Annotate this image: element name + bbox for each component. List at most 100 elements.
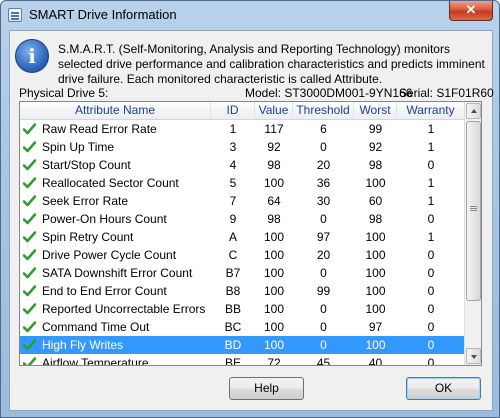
value-cell: 100 bbox=[263, 302, 285, 316]
table-row[interactable]: Raw Read Error Rate 1 117 6 99 1 bbox=[20, 120, 465, 138]
column-header-warranty[interactable]: Warranty bbox=[397, 102, 465, 120]
scroll-up-button[interactable] bbox=[466, 103, 481, 119]
id-cell: A bbox=[228, 230, 237, 244]
id-cell: 5 bbox=[229, 176, 237, 190]
warranty-cell: 0 bbox=[427, 266, 435, 280]
app-icon bbox=[8, 8, 22, 22]
warranty-cell: 0 bbox=[427, 284, 435, 298]
id-cell: B8 bbox=[225, 284, 241, 298]
table-row[interactable]: Reallocated Sector Count 5 100 36 100 1 bbox=[20, 174, 465, 192]
value-cell: 100 bbox=[263, 230, 285, 244]
value-cell: 98 bbox=[267, 158, 281, 172]
table-row[interactable]: Command Time Out BC 100 0 97 0 bbox=[20, 318, 465, 336]
serial-label: Serial: S1F01R60 bbox=[399, 86, 494, 100]
worst-cell: 100 bbox=[365, 338, 386, 352]
attribute-name-cell: Reported Uncorrectable Errors bbox=[42, 302, 206, 316]
id-cell: BB bbox=[224, 302, 241, 316]
warranty-cell: 1 bbox=[427, 122, 435, 136]
warranty-cell: 1 bbox=[427, 176, 435, 190]
table-row[interactable]: Drive Power Cycle Count C 100 20 100 0 bbox=[20, 246, 465, 264]
worst-cell: 100 bbox=[365, 284, 386, 298]
worst-cell: 100 bbox=[365, 248, 386, 262]
worst-cell: 40 bbox=[368, 356, 383, 366]
attribute-name-cell: Spin Retry Count bbox=[42, 230, 134, 244]
scroll-down-button[interactable] bbox=[466, 348, 481, 364]
attribute-name-cell: Raw Read Error Rate bbox=[42, 122, 157, 136]
worst-cell: 100 bbox=[365, 176, 386, 190]
help-button[interactable]: Help bbox=[229, 377, 304, 400]
vertical-scrollbar[interactable] bbox=[464, 102, 481, 365]
attributes-list[interactable]: Attribute Name ID Value Threshold Worst … bbox=[19, 101, 482, 366]
table-row[interactable]: Spin Retry Count A 100 97 100 1 bbox=[20, 228, 465, 246]
value-cell: 72 bbox=[267, 356, 281, 366]
id-cell: BD bbox=[224, 338, 242, 352]
worst-cell: 92 bbox=[368, 140, 383, 154]
value-cell: 100 bbox=[263, 338, 285, 352]
attribute-name-cell: Seek Error Rate bbox=[42, 194, 129, 208]
column-header-attribute-name[interactable]: Attribute Name bbox=[20, 102, 211, 120]
table-row[interactable]: SATA Downshift Error Count B7 100 0 100 0 bbox=[20, 264, 465, 282]
attribute-name-cell: Start/Stop Count bbox=[42, 158, 131, 172]
threshold-cell: 20 bbox=[316, 158, 331, 172]
column-header-threshold[interactable]: Threshold bbox=[293, 102, 354, 120]
table-row[interactable]: High Fly Writes BD 100 0 100 0 bbox=[20, 336, 465, 354]
warranty-cell: 0 bbox=[427, 212, 435, 226]
value-cell: 98 bbox=[267, 212, 281, 226]
value-cell: 100 bbox=[263, 248, 285, 262]
title-bar[interactable]: SMART Drive Information ✕ bbox=[1, 1, 499, 29]
attribute-name-cell: High Fly Writes bbox=[42, 338, 124, 352]
column-header-value[interactable]: Value bbox=[255, 102, 293, 120]
warranty-cell: 0 bbox=[427, 302, 435, 316]
attribute-name-cell: Drive Power Cycle Count bbox=[42, 248, 177, 262]
worst-cell: 60 bbox=[368, 194, 383, 208]
dialog-body: i S.M.A.R.T. (Self-Monitoring, Analysis … bbox=[9, 30, 494, 411]
threshold-cell: 0 bbox=[320, 212, 327, 226]
value-cell: 117 bbox=[264, 122, 284, 136]
model-label: Model: ST3000DM001-9YN166 bbox=[245, 86, 413, 100]
worst-cell: 98 bbox=[368, 212, 383, 226]
id-cell: C bbox=[228, 248, 238, 262]
worst-cell: 100 bbox=[365, 266, 386, 280]
attribute-name-cell: Reallocated Sector Count bbox=[42, 176, 179, 190]
attribute-name-cell: Power-On Hours Count bbox=[42, 212, 167, 226]
value-cell: 100 bbox=[263, 284, 285, 298]
worst-cell: 99 bbox=[368, 122, 383, 136]
warranty-cell: 1 bbox=[427, 230, 435, 244]
id-cell: BE bbox=[224, 356, 241, 366]
scroll-thumb[interactable] bbox=[466, 121, 481, 301]
warranty-cell: 0 bbox=[427, 338, 435, 352]
column-header-worst[interactable]: Worst bbox=[354, 102, 397, 120]
attribute-name-cell: Command Time Out bbox=[42, 320, 150, 334]
attribute-name-cell: SATA Downshift Error Count bbox=[42, 266, 193, 280]
table-row[interactable]: Spin Up Time 3 92 0 92 1 bbox=[20, 138, 465, 156]
table-row[interactable]: End to End Error Count B8 100 99 100 0 bbox=[20, 282, 465, 300]
warranty-cell: 1 bbox=[427, 140, 435, 154]
id-cell: 9 bbox=[229, 212, 237, 226]
value-cell: 92 bbox=[267, 140, 281, 154]
table-row[interactable]: Power-On Hours Count 9 98 0 98 0 bbox=[20, 210, 465, 228]
id-cell: 4 bbox=[229, 158, 237, 172]
close-button[interactable]: ✕ bbox=[449, 1, 493, 21]
info-icon: i bbox=[15, 39, 49, 73]
warranty-cell: 0 bbox=[427, 320, 435, 334]
threshold-cell: 99 bbox=[316, 284, 331, 298]
table-row[interactable]: Seek Error Rate 7 64 30 60 1 bbox=[20, 192, 465, 210]
column-header-id[interactable]: ID bbox=[211, 102, 255, 120]
value-cell: 100 bbox=[263, 266, 285, 280]
value-cell: 100 bbox=[263, 320, 285, 334]
table-row[interactable]: Airflow Temperature BE 72 45 40 0 bbox=[20, 354, 465, 366]
ok-button[interactable]: OK bbox=[406, 377, 481, 400]
attribute-name-cell: Airflow Temperature bbox=[42, 356, 149, 366]
threshold-cell: 0 bbox=[320, 266, 327, 280]
threshold-cell: 6 bbox=[320, 122, 327, 136]
worst-cell: 100 bbox=[365, 302, 386, 316]
table-row[interactable]: Start/Stop Count 4 98 20 98 0 bbox=[20, 156, 465, 174]
id-cell: B7 bbox=[225, 266, 241, 280]
id-cell: 7 bbox=[229, 194, 237, 208]
worst-cell: 100 bbox=[365, 230, 386, 244]
threshold-cell: 30 bbox=[316, 194, 331, 208]
list-header: Attribute Name ID Value Threshold Worst … bbox=[20, 102, 465, 120]
warranty-cell: 0 bbox=[427, 158, 435, 172]
id-cell: BC bbox=[224, 320, 242, 334]
table-row[interactable]: Reported Uncorrectable Errors BB 100 0 100 0 bbox=[20, 300, 465, 318]
